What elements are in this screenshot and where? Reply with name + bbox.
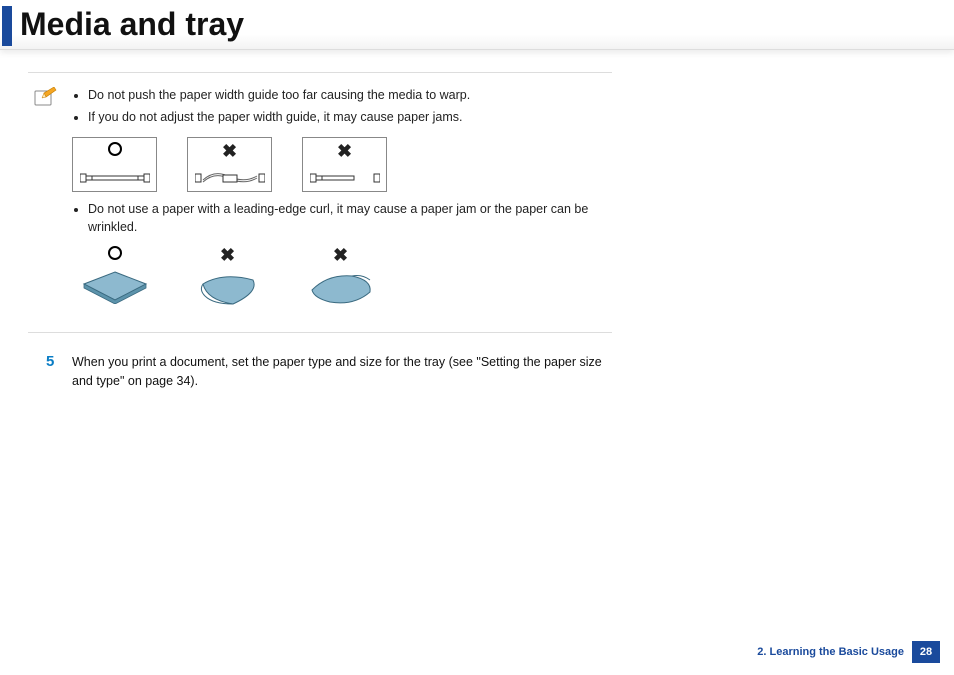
note-bullet-2: If you do not adjust the paper width gui… [88, 107, 612, 127]
tray-gap-icon [310, 171, 380, 185]
paper-curl-1: ✖ [185, 246, 270, 308]
cross-mark-icon: ✖ [220, 246, 235, 264]
cross-mark-icon: ✖ [337, 142, 352, 160]
footer-page-number: 28 [912, 641, 940, 663]
note-pencil-icon [34, 87, 58, 107]
curl-bullet-list: Do not use a paper with a leading-edge c… [72, 200, 612, 236]
page-title: Media and tray [20, 6, 244, 43]
page-footer: 2. Learning the Basic Usage 28 [757, 641, 940, 663]
page-header: Media and tray [0, 0, 954, 50]
ok-mark-icon [108, 246, 122, 260]
paper-flat-icon [80, 266, 150, 304]
main-content: Do not push the paper width guide too fa… [0, 50, 640, 391]
paper-curl1-icon [193, 270, 263, 308]
ok-mark-icon [108, 142, 122, 156]
tray-warped-icon [195, 171, 265, 185]
note-callout: Do not push the paper width guide too fa… [28, 72, 612, 333]
cross-mark-icon: ✖ [222, 142, 237, 160]
paper-curl-diagram-row: ✖ ✖ [72, 246, 612, 308]
step-number: 5 [46, 353, 72, 391]
tray-correct-icon [80, 171, 150, 185]
step-text: When you print a document, set the paper… [72, 353, 612, 391]
note-bullets: Do not push the paper width guide too fa… [72, 85, 612, 127]
footer-chapter: 2. Learning the Basic Usage [757, 646, 904, 658]
note-bullet-1: Do not push the paper width guide too fa… [88, 85, 612, 105]
tray-diagram-warped: ✖ [187, 137, 272, 192]
paper-curl2-icon [306, 270, 376, 308]
paper-flat [72, 246, 157, 308]
tray-diagram-correct [72, 137, 157, 192]
tray-diagram-gap: ✖ [302, 137, 387, 192]
tray-diagram-row: ✖ ✖ [72, 137, 612, 192]
paper-curl-2: ✖ [298, 246, 383, 308]
cross-mark-icon: ✖ [333, 246, 348, 264]
step-5-row: 5 When you print a document, set the pap… [46, 353, 612, 391]
header-accent-bar [2, 6, 12, 46]
curl-bullet: Do not use a paper with a leading-edge c… [88, 200, 612, 236]
